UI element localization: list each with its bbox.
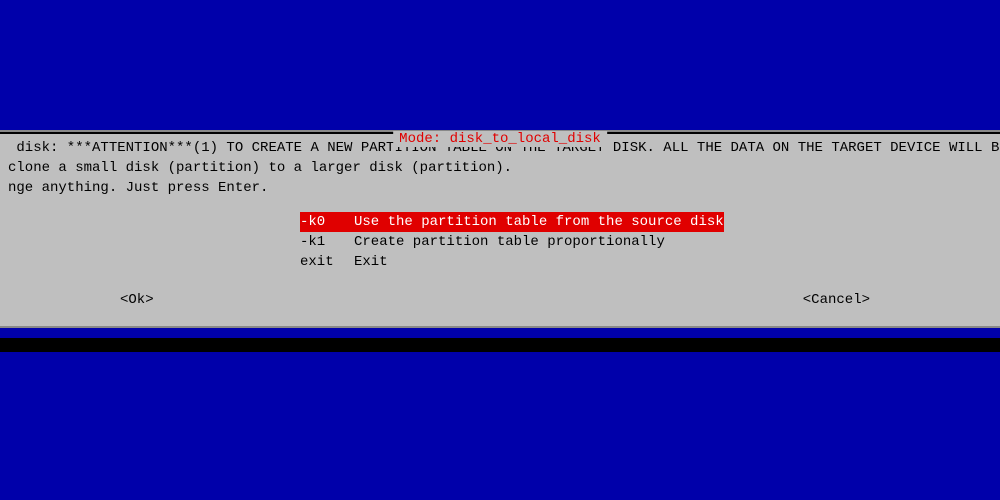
- option-key: exit: [300, 252, 354, 272]
- option-label: Exit: [354, 254, 388, 270]
- dialog-shadow: [0, 338, 1000, 352]
- option-k1[interactable]: -k1Create partition table proportionally: [300, 232, 665, 252]
- dialog-box: Mode: disk_to_local_disk disk: ***ATTENT…: [0, 130, 1000, 328]
- message-line: nge anything. Just press Enter.: [0, 178, 1000, 198]
- message-line: clone a small disk (partition) to a larg…: [0, 158, 1000, 178]
- dialog-title: Mode: disk_to_local_disk: [393, 131, 607, 147]
- dialog-body: disk: ***ATTENTION***(1) TO CREATE A NEW…: [0, 134, 1000, 326]
- option-label: Create partition table proportionally: [354, 234, 665, 250]
- cancel-button[interactable]: <Cancel>: [803, 292, 870, 308]
- option-key: -k1: [300, 232, 354, 252]
- option-label: Use the partition table from the source …: [354, 214, 724, 230]
- ok-button[interactable]: <Ok>: [120, 292, 154, 308]
- option-k0[interactable]: -k0Use the partition table from the sour…: [300, 212, 724, 232]
- options-list: -k0Use the partition table from the sour…: [300, 212, 1000, 272]
- dialog-buttons: <Ok> <Cancel>: [0, 272, 1000, 316]
- option-exit[interactable]: exitExit: [300, 252, 388, 272]
- dialog-border: Mode: disk_to_local_disk: [0, 132, 1000, 134]
- option-key: -k0: [300, 212, 354, 232]
